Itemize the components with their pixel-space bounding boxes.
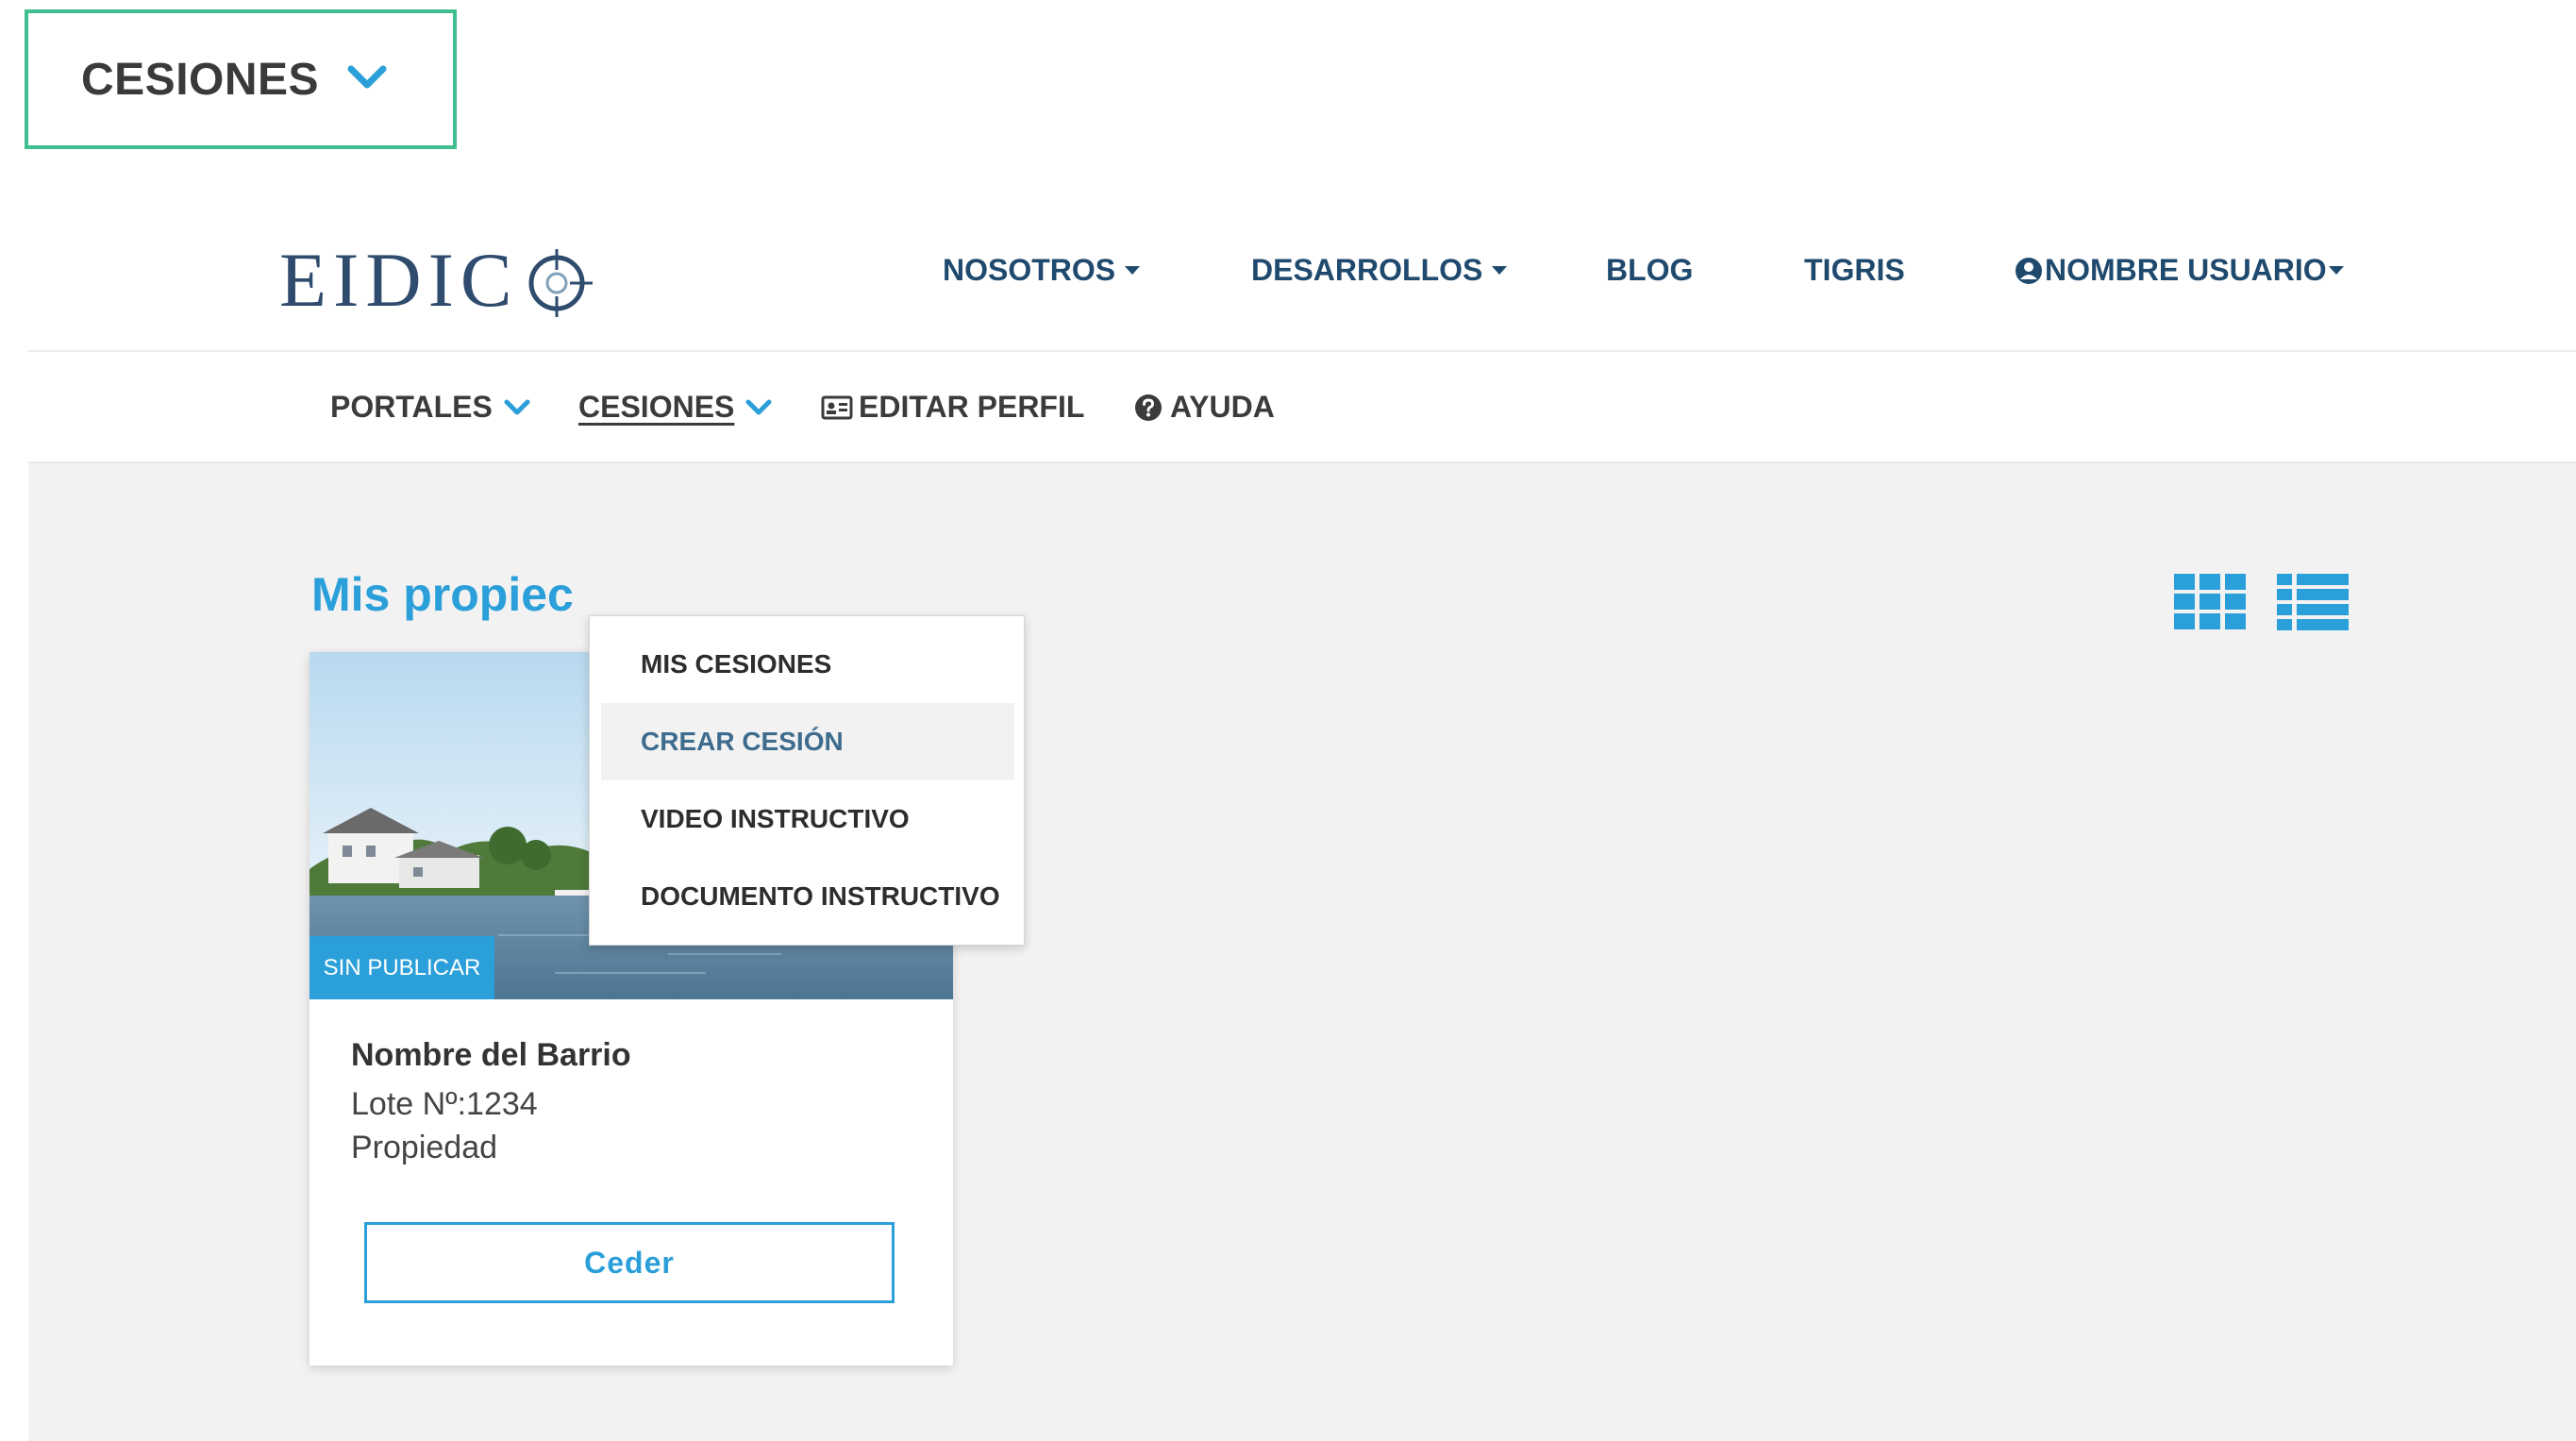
top-navigation: NOSOTROS DESARROLLOS BLOG TIGRIS NOMBRE … xyxy=(28,253,2576,300)
chevron-down-icon xyxy=(745,399,772,414)
menu-item-label: MIS CESIONES xyxy=(641,649,832,679)
nav-nosotros-label: NOSOTROS xyxy=(943,253,1116,287)
card-tipo: Propiedad xyxy=(351,1130,498,1165)
subnav-editar-perfil-label: EDITAR PERFIL xyxy=(859,390,1085,424)
app-frame: EIDIC NOSOTROS DESARROLLOS BLOG TIGRIS N… xyxy=(28,149,2576,1441)
ceder-button[interactable]: Ceder xyxy=(364,1222,895,1303)
nav-desarrollos[interactable]: DESARROLLOS xyxy=(1251,253,1508,288)
card-title: Nombre del Barrio xyxy=(351,1037,631,1073)
nav-nosotros[interactable]: NOSOTROS xyxy=(943,253,1141,288)
content-area: Mis propiec SIN PUBLICAR Nombre del Barr… xyxy=(28,463,2576,1441)
caret-down-icon xyxy=(1492,266,1508,275)
menu-item-label: CREAR CESIÓN xyxy=(641,727,844,756)
header: EIDIC NOSOTROS DESARROLLOS BLOG TIGRIS N… xyxy=(28,149,2576,352)
nav-user-menu[interactable]: NOMBRE USUARIO xyxy=(2015,253,2344,288)
cesiones-callout[interactable]: CESIONES xyxy=(25,9,457,149)
caret-down-icon xyxy=(2328,266,2344,275)
menu-item-mis-cesiones[interactable]: MIS CESIONES xyxy=(601,626,1014,703)
subnav-portales[interactable]: PORTALES xyxy=(330,390,530,425)
list-view-icon xyxy=(2277,574,2349,630)
page-title: Mis propiec xyxy=(311,568,574,621)
menu-item-video-instructivo[interactable]: VIDEO INSTRUCTIVO xyxy=(601,780,1014,858)
menu-item-label: VIDEO INSTRUCTIVO xyxy=(641,804,910,833)
nav-desarrollos-label: DESARROLLOS xyxy=(1251,253,1483,287)
question-circle-icon xyxy=(1135,394,1162,421)
subnav-ayuda-label: AYUDA xyxy=(1170,390,1275,424)
chevron-down-icon xyxy=(504,399,530,414)
list-view-button[interactable] xyxy=(2277,574,2349,635)
user-circle-icon xyxy=(2015,257,2043,285)
nav-blog[interactable]: BLOG xyxy=(1606,253,1693,288)
grid-view-button[interactable] xyxy=(2174,574,2246,635)
subnav-portales-label: PORTALES xyxy=(330,390,493,424)
subnav-ayuda[interactable]: AYUDA xyxy=(1134,390,1275,425)
id-card-icon xyxy=(821,395,853,419)
menu-item-crear-cesion[interactable]: CREAR CESIÓN xyxy=(601,703,1014,780)
card-lote: Lote Nº:1234 xyxy=(351,1086,538,1122)
caret-down-icon xyxy=(1125,266,1141,275)
grid-view-icon xyxy=(2174,574,2246,629)
subnav-cesiones-label: CESIONES xyxy=(578,390,735,424)
menu-item-documento-instructivo[interactable]: DOCUMENTO INSTRUCTIVO xyxy=(601,858,1014,935)
menu-item-label: DOCUMENTO INSTRUCTIVO xyxy=(641,881,1000,911)
subnav-cesiones[interactable]: CESIONES xyxy=(578,390,772,425)
nav-tigris-label: TIGRIS xyxy=(1804,253,1905,287)
nav-user-label: NOMBRE USUARIO xyxy=(2045,253,2327,287)
chevron-down-icon xyxy=(347,64,387,95)
subnav-editar-perfil[interactable]: EDITAR PERFIL xyxy=(821,390,1084,425)
cesiones-dropdown-menu: MIS CESIONES CREAR CESIÓN VIDEO INSTRUCT… xyxy=(589,615,1025,946)
nav-tigris[interactable]: TIGRIS xyxy=(1804,253,1905,288)
nav-blog-label: BLOG xyxy=(1606,253,1694,287)
sub-navigation: PORTALES CESIONES EDITAR PERFIL AYUDA xyxy=(28,352,2576,463)
status-badge: SIN PUBLICAR xyxy=(309,936,494,999)
callout-label: CESIONES xyxy=(81,54,320,105)
